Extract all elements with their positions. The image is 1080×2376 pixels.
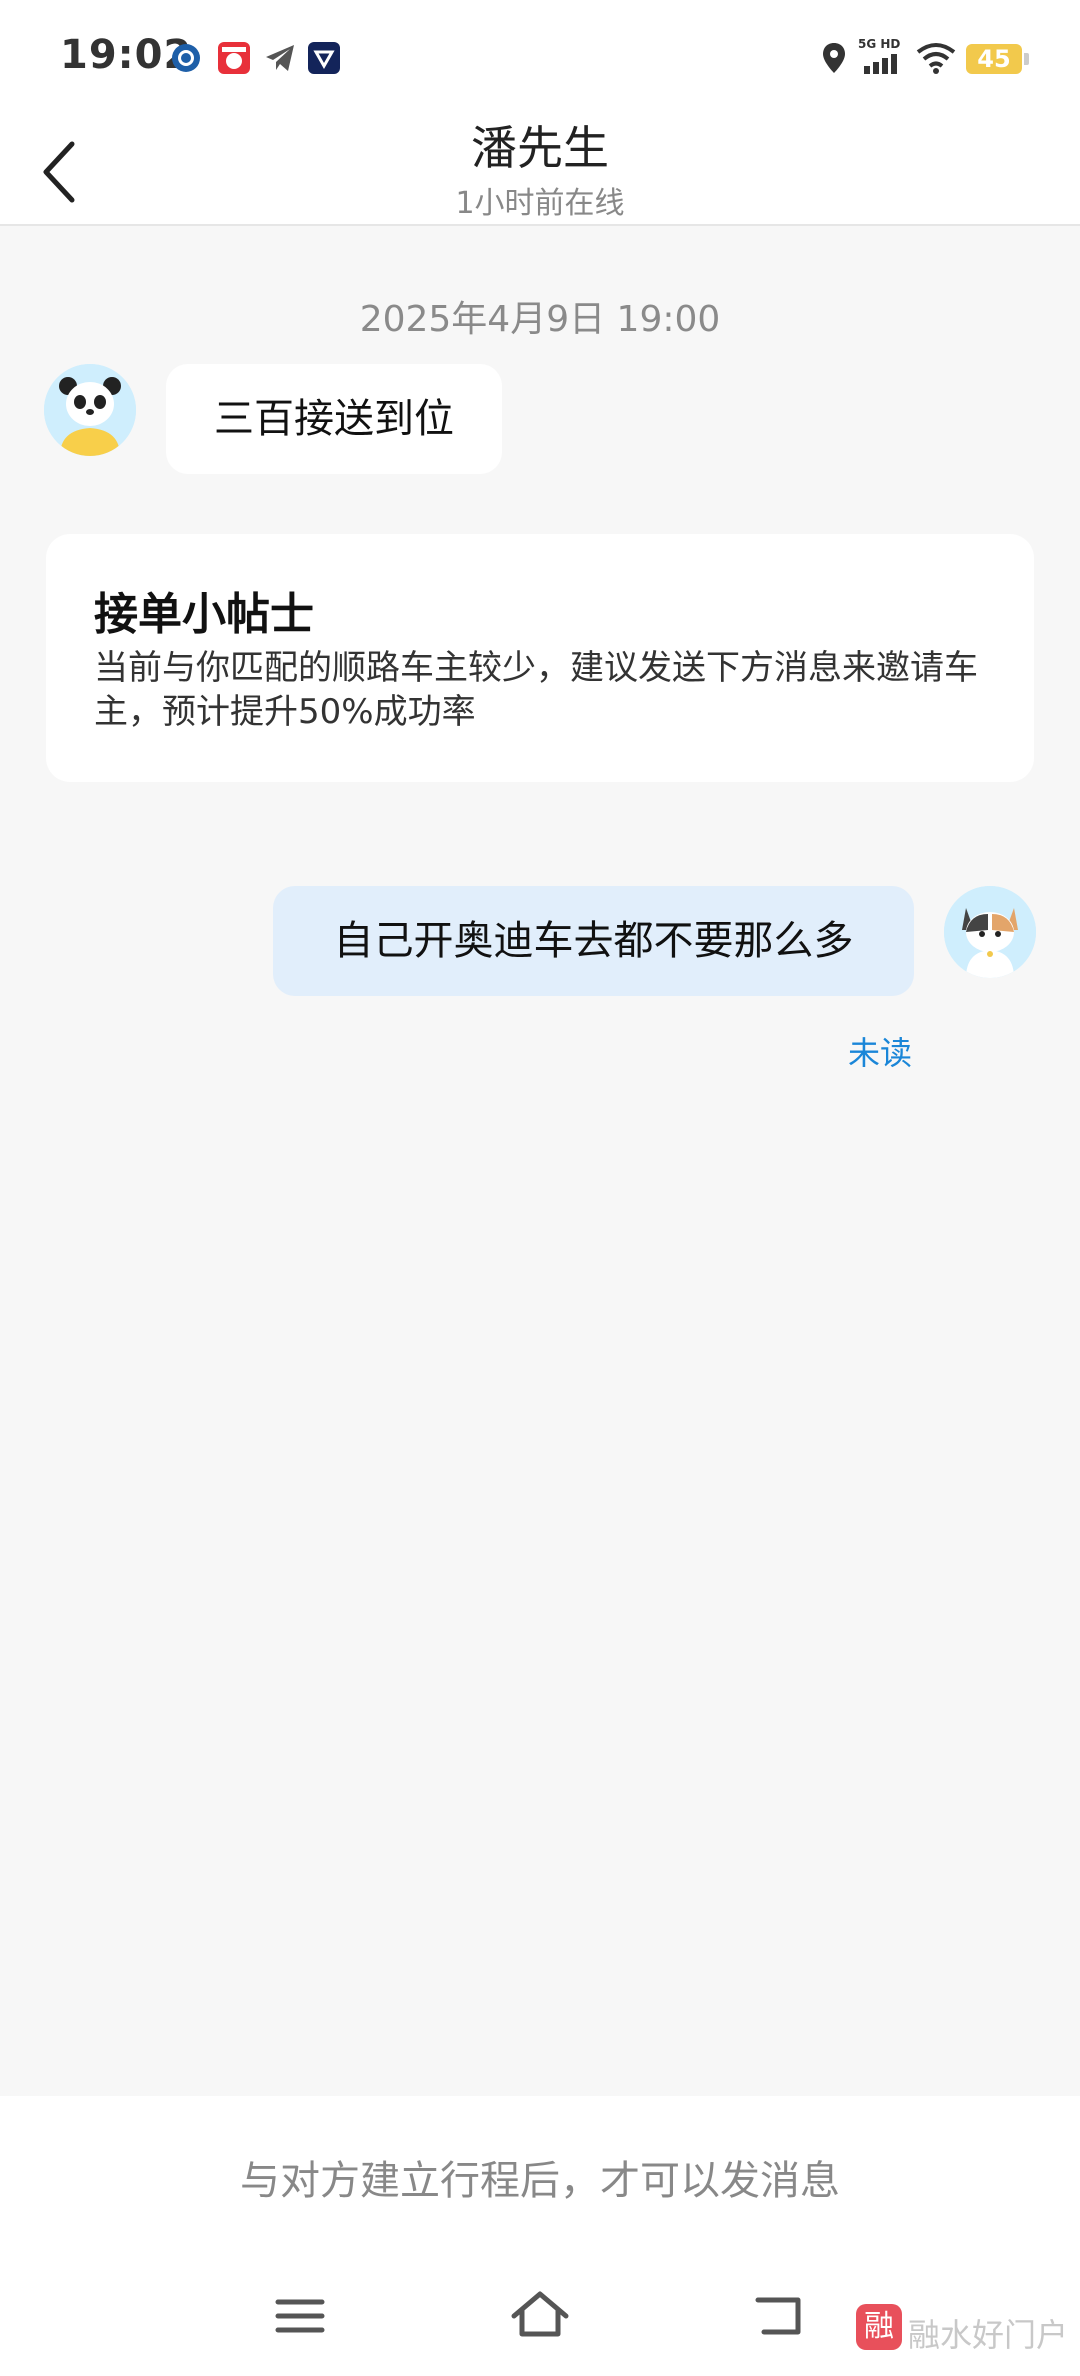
panda-avatar-icon [44, 364, 136, 456]
my-avatar[interactable] [944, 886, 1036, 978]
screen: 19:02 5G HD 45 潘先生 1小时前在线 2025年4月9日 19:0… [0, 0, 1080, 2376]
battery-icon: 45 [966, 44, 1029, 74]
chat-header: 潘先生 1小时前在线 [0, 112, 1080, 226]
back-nav-icon[interactable] [740, 2276, 820, 2356]
signal-icon: 5G HD [858, 37, 900, 74]
tip-title: 接单小帖士 [94, 589, 314, 640]
home-nav-icon[interactable] [500, 2276, 580, 2356]
svg-text:5G HD: 5G HD [858, 37, 900, 51]
tip-card: 接单小帖士 当前与你匹配的顺路车主较少，建议发送下方消息来邀请车主，预计提升50… [46, 534, 1034, 782]
app-notification-icon [172, 44, 200, 72]
watermark-logo: 融 [856, 2304, 902, 2350]
cat-avatar-icon [944, 886, 1036, 978]
message-timestamp: 2025年4月9日 19:00 [359, 299, 721, 340]
watermark-text: 融水好门户 [908, 2316, 1069, 2354]
status-bar: 19:02 5G HD 45 [0, 0, 1080, 112]
online-status: 1小时前在线 [455, 186, 625, 221]
telegram-icon [266, 45, 294, 71]
contact-avatar[interactable] [44, 364, 136, 456]
news-app-icon [218, 42, 250, 74]
messaging-disabled-notice: 与对方建立行程后，才可以发消息 [240, 2158, 840, 2204]
contact-name: 潘先生 [471, 121, 609, 175]
tip-body: 当前与你匹配的顺路车主较少，建议发送下方消息来邀请车主，预计提升50%成功率 [94, 648, 978, 732]
incoming-message-bubble[interactable]: 三百接送到位 [166, 364, 502, 474]
outgoing-message-bubble[interactable]: 自己开奥迪车去都不要那么多 [273, 886, 914, 996]
menu-nav-icon[interactable] [260, 2276, 340, 2356]
wifi-icon [916, 43, 956, 74]
read-status: 未读 [848, 1034, 913, 1072]
location-icon [823, 43, 845, 73]
vpn-icon [308, 42, 340, 74]
